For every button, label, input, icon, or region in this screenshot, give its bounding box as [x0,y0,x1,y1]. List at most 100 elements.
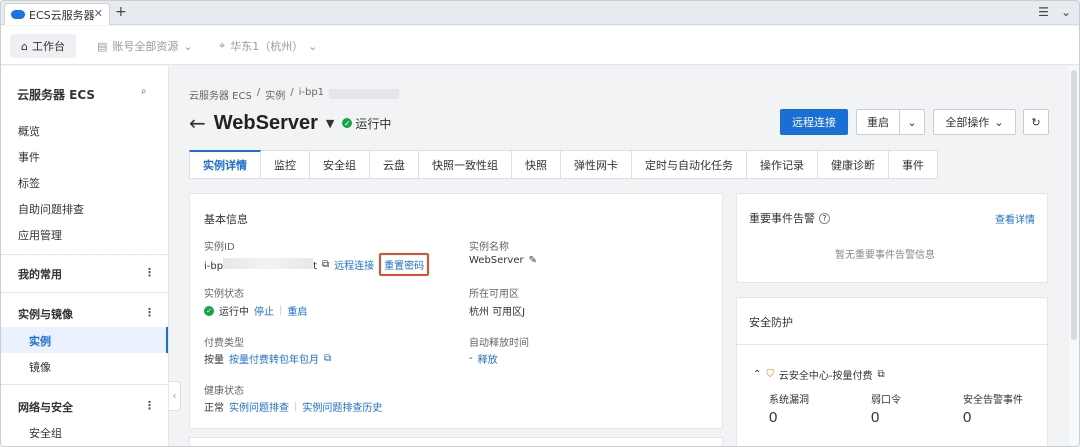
divider [737,344,1047,345]
active-indicator [1,327,168,353]
new-tab-button[interactable]: + [115,4,127,20]
help-icon[interactable]: ? [819,212,830,224]
remote-connect-button[interactable]: 远程连接 [780,109,848,135]
sidebar-item-instances[interactable]: 实例 [29,333,51,349]
release-time-value: - [469,353,473,364]
divider [1,292,168,293]
metric-value-weak-pwd: 0 [871,409,880,426]
health-value: 正常 [204,403,224,414]
all-operations-button[interactable]: 全部操作 ⌄ [933,109,1016,135]
breadcrumb-instances[interactable]: 实例 [265,87,285,102]
scrollbar-track[interactable] [1069,66,1079,446]
restart-link[interactable]: 重启 [287,303,307,318]
tab-snapshots[interactable]: 快照 [512,150,561,179]
instance-name-label: 实例名称 [469,242,509,253]
scrollbar-thumb[interactable] [1071,70,1077,340]
breadcrumb-separator: / [290,87,294,98]
chevron-up-icon: ⌃ [753,369,762,380]
restart-dropdown-button[interactable]: ⌄ [899,109,925,135]
sidebar-item-events[interactable]: 事件 [18,149,40,165]
home-icon: ⌂ [21,39,28,53]
billing-convert-link[interactable]: 按量付费转包年包月 [229,351,319,366]
reset-password-link[interactable]: 重置密码 [379,253,430,276]
sidebar-item-troubleshoot[interactable]: 自助问题排查 [18,201,84,217]
view-details-link[interactable]: 查看详情 [995,211,1035,226]
release-time-label: 自动释放时间 [469,338,529,349]
edit-icon[interactable]: ✎ [529,255,537,266]
security-card: 安全防护 ⌃ ⛉ 云安全中心-按量付费 ⧉ 系统漏洞 弱口令 安全告警事件 0 … [736,297,1048,446]
sidebar-section-instances-images[interactable]: 实例与镜像 [18,306,73,322]
external-link-icon: ⧉ [324,353,332,364]
more-icon[interactable]: ⋮ [144,399,155,412]
breadcrumb-ecs[interactable]: 云服务器 ECS [189,87,252,102]
security-title: 安全防护 [749,316,793,329]
tab-monitoring[interactable]: 监控 [261,150,310,179]
divider [1,254,168,255]
sidebar-section-favorites[interactable]: 我的常用 [18,266,62,282]
console-topbar: ⌂ 工作台 ▤ 账号全部资源 ⌄ ⌖ 华东1（杭州） ⌄ [1,26,1079,65]
troubleshoot-link[interactable]: 实例问题排查 [229,399,289,414]
sidebar-item-app-management[interactable]: 应用管理 [18,227,62,243]
tab-security-group[interactable]: 安全组 [310,150,370,179]
browser-tab[interactable]: ECS云服务器 ✕ [4,3,110,25]
workbench-button[interactable]: ⌂ 工作台 [10,34,76,58]
health-row: 正常 实例问题排查 | 实例问题排查历史 [204,399,382,414]
instance-name-row: WebServer ✎ [469,255,537,266]
troubleshoot-history-link[interactable]: 实例问题排查历史 [302,399,382,414]
workbench-label: 工作台 [31,40,65,53]
close-tab-icon[interactable]: ✕ [94,7,103,20]
chevron-down-icon: ⌄ [994,115,1004,129]
tab-events[interactable]: 事件 [889,150,938,179]
account-resources-selector[interactable]: ▤ 账号全部资源 ⌄ [97,38,193,54]
collapse-sidebar-button[interactable]: ‹ [169,381,181,411]
back-arrow-icon[interactable]: ← [189,111,206,135]
caret-down-icon[interactable]: ▼ [326,117,334,130]
search-icon[interactable]: ⌕ [141,86,147,97]
tab-health-diagnosis[interactable]: 健康诊断 [818,150,889,179]
menu-icon[interactable]: ☰ [1038,5,1049,19]
instance-status-value: 运行中 [219,307,249,318]
sidebar-item-security-group[interactable]: 安全组 [29,425,62,441]
instance-name-value: WebServer [469,255,524,266]
copy-icon[interactable]: ⧉ [322,259,329,270]
tab-operation-logs[interactable]: 操作记录 [747,150,818,179]
sidebar-item-images[interactable]: 镜像 [29,359,51,375]
tab-list-icon[interactable]: ⌄ [1061,5,1071,19]
release-link[interactable]: 释放 [478,351,498,366]
tab-scheduled-tasks[interactable]: 定时与自动化任务 [632,150,747,179]
divider [1,384,168,385]
sidebar-item-tags[interactable]: 标签 [18,175,40,191]
refresh-button[interactable]: ↻ [1023,109,1049,135]
detail-tabs: 实例详情 监控 安全组 云盘 快照一致性组 快照 弹性网卡 定时与自动化任务 操… [189,150,938,179]
all-operations-label: 全部操作 [945,116,990,129]
billing-label: 付费类型 [204,338,244,349]
remote-connect-link[interactable]: 远程连接 [334,257,374,272]
location-icon: ⌖ [219,39,226,52]
tab-eni[interactable]: 弹性网卡 [561,150,632,179]
sidebar-title: 云服务器 ECS [17,88,96,102]
tab-disks[interactable]: 云盘 [370,150,419,179]
security-center-row[interactable]: ⌃ ⛉ 云安全中心-按量付费 ⧉ [753,367,885,382]
events-title: 重要事件告警 [749,212,815,225]
tab-instance-details[interactable]: 实例详情 [189,150,261,179]
restart-button[interactable]: 重启 [856,109,900,135]
breadcrumb-separator: / [256,87,261,98]
billing-value: 按量 [204,355,224,366]
check-circle-icon: ✓ [342,118,353,128]
status-text: 运行中 [355,116,392,131]
page-title: WebServer [213,111,318,134]
instance-id-prefix: i-bp [204,260,224,272]
stop-link[interactable]: 停止 [254,303,274,318]
check-circle-icon: ✓ [204,305,214,316]
more-icon[interactable]: ⋮ [144,306,155,319]
browser-tab-title: ECS云服务器 [29,8,95,22]
sidebar-section-network-security[interactable]: 网络与安全 [18,399,73,415]
sidebar-item-overview[interactable]: 概览 [18,123,40,139]
account-resources-label: 账号全部资源 [112,40,179,53]
external-link-icon: ⧉ [877,369,885,380]
more-icon[interactable]: ⋮ [144,266,155,279]
region-selector[interactable]: ⌖ 华东1（杭州） ⌄ [219,38,317,54]
breadcrumb: 云服务器 ECS / 实例 / i-bp1 [189,87,400,102]
metric-label-alerts: 安全告警事件 [963,395,1023,406]
tab-snapshot-consistency-group[interactable]: 快照一致性组 [419,150,512,179]
